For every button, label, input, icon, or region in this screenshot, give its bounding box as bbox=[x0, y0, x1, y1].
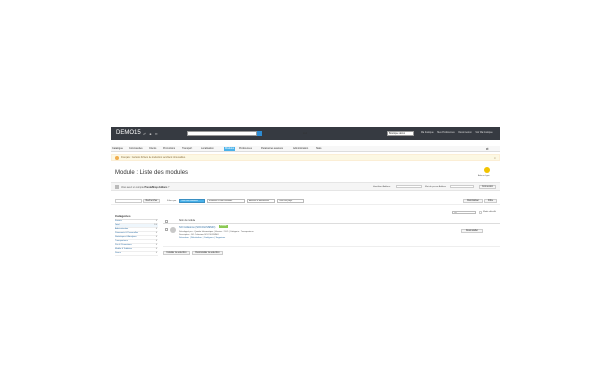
category-count: 0 bbox=[155, 236, 157, 238]
main-menu: Catalogue Commandes Clients Promotions T… bbox=[111, 146, 500, 152]
menu-item-customers[interactable]: Clients bbox=[149, 147, 156, 151]
column-module-name: Nom du module bbox=[179, 220, 196, 222]
delete-link[interactable]: Supprimer bbox=[216, 237, 226, 239]
reset-link[interactable]: Réinitialiser bbox=[191, 237, 202, 239]
category-count: 0 bbox=[155, 248, 157, 250]
menu-item-localization[interactable]: Localisation bbox=[201, 147, 214, 151]
addons-password-field[interactable] bbox=[450, 185, 474, 188]
help-icon[interactable] bbox=[484, 167, 490, 173]
comment-icon[interactable]: ✉ bbox=[155, 132, 159, 136]
detailed-mode-checkbox[interactable] bbox=[479, 211, 482, 214]
installed-badge: Installé bbox=[219, 225, 228, 228]
module-checkbox[interactable] bbox=[165, 228, 168, 231]
category-count: 0 bbox=[155, 244, 157, 246]
menu-item-promotions[interactable]: Promotions bbox=[163, 147, 175, 151]
install-selection-button[interactable]: Installer la sélection bbox=[163, 251, 190, 255]
admin-window: DEMO15 ☍ ☻ ✉ tout Boutique démo Ma bouti… bbox=[111, 127, 500, 260]
detailed-mode-label: Mode détaillé bbox=[483, 211, 497, 213]
search-button[interactable] bbox=[257, 131, 262, 136]
category-count: 1/0 bbox=[154, 224, 157, 226]
warning-alert: Français : Certains fichiers de traducti… bbox=[111, 154, 500, 161]
search-input[interactable]: tout bbox=[187, 131, 307, 136]
module-search-input[interactable] bbox=[115, 199, 142, 203]
page-title: Module : Liste des modules bbox=[115, 170, 189, 176]
module-row: SO Colissimo (SOCOLISSIMO) Installé Déve… bbox=[163, 224, 500, 247]
search-scope-select[interactable]: tout bbox=[303, 132, 307, 135]
addons-connect-bar: Vous avez un compte PrestaShop Addons ? … bbox=[111, 182, 500, 191]
menu-item-catalogue[interactable]: Catalogue bbox=[112, 147, 123, 151]
header-icons: ☍ ☻ ✉ bbox=[143, 132, 158, 136]
addons-connect-text: Vous avez un compte PrestaShop Addons ? bbox=[121, 186, 170, 189]
configure-link[interactable]: Configurer bbox=[204, 237, 214, 239]
menu-collapse-icon[interactable]: ⇄ bbox=[486, 147, 489, 151]
module-name[interactable]: SO Colissimo (SOCOLISSIMO) bbox=[179, 226, 215, 229]
disable-link[interactable]: Désactiver bbox=[179, 237, 189, 239]
category-count: 0 bbox=[155, 228, 157, 230]
select-all-checkbox[interactable] bbox=[165, 220, 168, 223]
filter-button[interactable]: Filtre bbox=[484, 199, 497, 203]
close-icon[interactable]: × bbox=[494, 156, 496, 160]
categories-list: Favoris 0 Total 1/0 Administration 0 Paieme… bbox=[115, 219, 158, 256]
menu-item-modules[interactable]: Modules bbox=[224, 147, 236, 151]
module-description: Description : SO Colissimo SOCOLISSIMO bbox=[179, 234, 219, 236]
addons-login-field[interactable] bbox=[396, 185, 422, 188]
filter-bar: Rechercher Filtrer par Tous les modules … bbox=[111, 197, 500, 205]
sort-select[interactable]: Tri bbox=[452, 211, 476, 214]
module-logo bbox=[170, 227, 176, 233]
category-count: 0 bbox=[155, 220, 157, 222]
addons-password-label: Mot de passe Addons bbox=[425, 186, 447, 188]
module-list: Nom du module SO Colissimo (SOCOLISSIMO)… bbox=[163, 219, 500, 247]
installed-filter-select[interactable]: Installés et non installés bbox=[207, 199, 245, 203]
logout-link[interactable]: Déconnexion bbox=[458, 132, 471, 134]
category-count: 0 bbox=[155, 252, 157, 254]
warning-icon bbox=[115, 156, 119, 160]
uninstall-selection-button[interactable]: Désinstaller la sélection bbox=[192, 251, 223, 255]
view-shop-link[interactable]: Voir Ma boutique bbox=[475, 132, 492, 134]
shop-select[interactable]: Boutique démo bbox=[387, 131, 414, 136]
module-search-button[interactable]: Rechercher bbox=[143, 199, 160, 203]
category-count: 0 bbox=[155, 240, 157, 242]
categories-title: Catégories bbox=[115, 214, 131, 218]
category-count: 0 bbox=[155, 232, 157, 234]
shop-name[interactable]: DEMO15 bbox=[116, 130, 141, 136]
menu-item-administration[interactable]: Administration bbox=[293, 147, 308, 151]
menu-item-orders[interactable]: Commandes bbox=[129, 147, 143, 151]
connect-button[interactable]: Connexion bbox=[479, 185, 496, 189]
module-action-links: Désactiver| Réinitialiser| Configurer| S… bbox=[179, 237, 226, 239]
module-meta: Développé par : Quadra Informatique | Ve… bbox=[179, 231, 254, 233]
user-icon[interactable]: ☻ bbox=[149, 132, 153, 136]
menu-item-stats[interactable]: Stats bbox=[316, 147, 321, 151]
category-item[interactable]: Divers 0 bbox=[115, 252, 158, 256]
addons-link[interactable]: PrestaShop Addons bbox=[145, 186, 168, 189]
my-shop-link[interactable]: Ma boutique bbox=[421, 132, 434, 134]
top-header: DEMO15 ☍ ☻ ✉ tout Boutique démo Ma bouti… bbox=[111, 127, 500, 140]
status-filter-select[interactable]: Activés & désactivés bbox=[247, 199, 275, 203]
addons-icon bbox=[115, 185, 119, 189]
reset-button[interactable]: Réinitialiser bbox=[463, 199, 483, 203]
addons-login-label: Identifiant Addons bbox=[373, 186, 391, 188]
help-label[interactable]: Aide en ligne bbox=[478, 175, 490, 177]
alert-text: Français : Certains fichiers de traducti… bbox=[121, 157, 186, 159]
uninstall-button[interactable]: Désinstaller bbox=[461, 229, 483, 233]
menu-item-shipping[interactable]: Transport bbox=[182, 147, 192, 151]
menu-item-advanced[interactable]: Paramètres avancés bbox=[261, 147, 283, 151]
cart-icon[interactable]: ☍ bbox=[143, 132, 147, 136]
module-type-select[interactable]: Tous les modules bbox=[179, 199, 205, 203]
menu-item-preferences[interactable]: Préférences bbox=[239, 147, 252, 151]
header-links: Ma boutique Mes Préférences Déconnexion … bbox=[421, 132, 496, 134]
country-filter-select[interactable]: Tous les pays bbox=[277, 199, 304, 203]
preferences-link[interactable]: Mes Préférences bbox=[437, 132, 454, 134]
page: DEMO15 ☍ ☻ ✉ tout Boutique démo Ma bouti… bbox=[0, 0, 610, 390]
filter-label: Filtrer par bbox=[167, 200, 177, 202]
